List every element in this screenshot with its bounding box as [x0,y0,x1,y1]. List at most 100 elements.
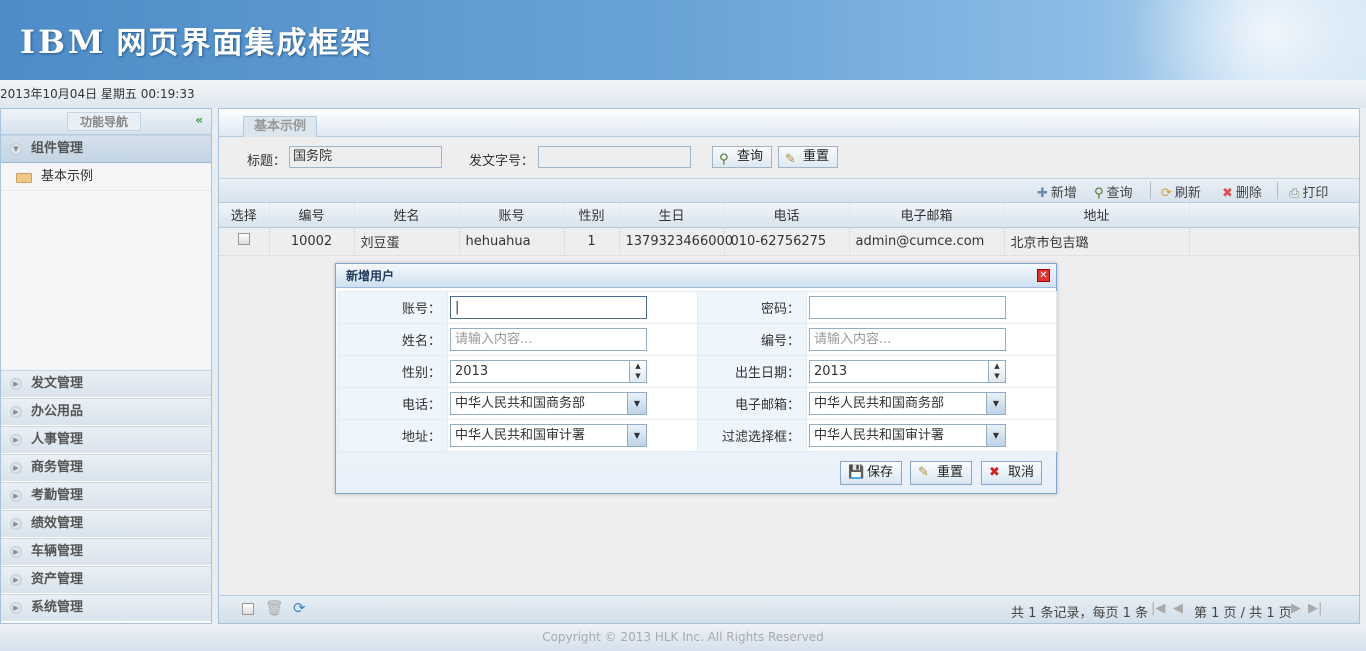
reset-button[interactable]: ✎ 重置 [778,146,838,168]
prev-page-icon[interactable]: ◀ [1173,601,1183,616]
filter-select[interactable]: 中华人民共和国审计署 ▼ [809,424,1006,447]
account-input[interactable]: | [450,296,647,319]
refresh-button[interactable]: ⟳ 刷新 [1161,182,1201,201]
app-logo: IBM 网页界面集成框架 [20,18,372,62]
page-indicator: 第 1 页 / 共 1 页 [1194,606,1292,621]
first-page-icon[interactable]: |◀ [1151,601,1165,616]
field-label: 姓名： [338,323,448,356]
sidebar-group[interactable]: ▶ 系统管理 [1,594,211,622]
column-header[interactable]: 生日 [619,203,725,228]
column-header[interactable]: 选择 [219,203,270,228]
gender-spinner[interactable]: 2013 ▲ ▼ [450,360,647,383]
column-header[interactable]: 性别 [564,203,620,228]
cancel-button[interactable]: ✖ 取消 [981,461,1042,485]
record-summary: 共 1 条记录，每页 1 条 [1011,606,1149,621]
save-button[interactable]: 💾 保存 [840,461,902,485]
divider [1150,182,1151,199]
chevron-down-icon[interactable]: ▼ [627,425,646,446]
add-user-dialog: 新增用户 ✕ 账号： | 密码： 姓名： 请输入内容... 编号： 请输入内容..… [335,263,1057,494]
column-header[interactable]: 电话 [724,203,850,228]
docno-input[interactable] [538,146,691,168]
sidebar-group[interactable]: ▶ 资产管理 [1,566,211,594]
chevron-down-icon[interactable]: ▼ [986,393,1005,414]
eraser-icon: ✎ [918,465,929,480]
next-page-icon[interactable]: ▶ [1291,601,1301,616]
column-header-empty [1189,203,1359,228]
button-label: 新增 [1050,186,1077,201]
button-label: 重置 [803,149,830,164]
address-select[interactable]: 中华人民共和国审计署 ▼ [450,424,647,447]
sidebar-group[interactable]: ▶ 发文管理 [1,370,211,398]
expand-icon: ▶ [10,518,22,530]
name-input[interactable]: 请输入内容... [450,328,647,351]
sidebar: 功能导航 « ▼ 组件管理 基本示例 ▶ 发文管理 ▶ 办公用品 ▶ 人事管理 ▶ 商务管… [0,108,212,624]
cell-address: 北京市包吉璐 [1004,227,1190,256]
ibm-logo: IBM [20,23,107,61]
number-input[interactable]: 请输入内容... [809,328,1006,351]
spinner-arrows-icon[interactable]: ▲ ▼ [629,361,646,382]
reload-icon[interactable]: ⟳ [293,599,306,617]
query-button[interactable]: ⚲ 查询 [712,146,772,168]
spinner-arrows-icon[interactable]: ▲ ▼ [988,361,1005,382]
search-bar: 标题： 国务院 发文字号： ⚲ 查询 ✎ 重置 [219,137,1359,179]
folder-icon [16,173,32,183]
column-header[interactable]: 电子邮箱 [849,203,1005,228]
select-all-checkbox[interactable] [242,603,254,615]
field-label: 密码： [697,291,807,324]
column-header[interactable]: 姓名 [354,203,460,228]
field-label: 编号： [697,323,807,356]
table-row[interactable]: 10002 刘豆蛋 hehuahua 1 1379323466000 010-6… [219,227,1359,256]
table-header: 选择 编号 姓名 账号 性别 生日 电话 电子邮箱 地址 [219,203,1359,228]
last-page-icon[interactable]: ▶| [1308,601,1322,616]
column-header[interactable]: 编号 [269,203,355,228]
email-select[interactable]: 中华人民共和国商务部 ▼ [809,392,1006,415]
cell-birthday: 1379323466000 [619,227,733,256]
toolbar-query-button[interactable]: ⚲ 查询 [1094,182,1133,201]
sidebar-group[interactable]: ▶ 考勤管理 [1,482,211,510]
phone-select[interactable]: 中华人民共和国商务部 ▼ [450,392,647,415]
sidebar-item-basic-example[interactable]: 基本示例 [1,163,211,191]
close-icon[interactable]: ✕ [1037,269,1050,282]
add-button[interactable]: ✚ 新增 [1037,182,1077,201]
sidebar-group-components[interactable]: ▼ 组件管理 [1,135,211,163]
expand-icon: ▶ [10,462,22,474]
dialog-reset-button[interactable]: ✎ 重置 [910,461,972,485]
delete-button[interactable]: ✖ 删除 [1222,182,1262,201]
group-label: 人事管理 [31,432,84,447]
cell-account: hehuahua [459,227,565,256]
button-label: 重置 [937,465,964,480]
field-label: 地址： [338,419,448,452]
field-label: 过滤选择框： [697,419,807,452]
sidebar-group[interactable]: ▶ 绩效管理 [1,510,211,538]
chevron-down-icon[interactable]: ▼ [986,425,1005,446]
trash-icon[interactable]: 🗑 [265,599,284,617]
print-button[interactable]: ⎙ 打印 [1289,182,1328,201]
item-label: 基本示例 [41,169,94,184]
close-icon: ✖ [989,465,1000,480]
sidebar-group[interactable]: ▶ 办公用品 [1,398,211,426]
eraser-icon: ✎ [785,152,796,167]
placeholder: 请输入内容... [455,332,533,347]
sidebar-group[interactable]: ▶ 商务管理 [1,454,211,482]
user-form: 账号： | 密码： 姓名： 请输入内容... 编号： 请输入内容... 性别： … [338,291,1057,452]
row-checkbox[interactable] [237,233,250,245]
collapse-icon[interactable]: « [195,113,203,127]
sidebar-group[interactable]: ▶ 车辆管理 [1,538,211,566]
birthdate-spinner[interactable]: 2013 ▲ ▼ [809,360,1006,383]
column-header[interactable]: 账号 [459,203,565,228]
group-label: 组件管理 [31,141,84,156]
column-header[interactable]: 地址 [1004,203,1190,228]
expand-icon: ▶ [10,546,22,558]
title-input[interactable]: 国务院 [289,146,442,168]
tab-basic-example[interactable]: 基本示例 [243,116,317,137]
globe-graphic [1046,0,1366,80]
floppy-icon: 💾 [848,465,865,480]
button-label: 删除 [1235,186,1262,201]
sidebar-title: 功能导航 [67,112,141,131]
expand-icon: ▶ [10,406,22,418]
dialog-title: 新增用户 [346,269,395,283]
cell-name: 刘豆蛋 [354,227,460,256]
password-input[interactable] [809,296,1006,319]
chevron-down-icon[interactable]: ▼ [627,393,646,414]
sidebar-group[interactable]: ▶ 人事管理 [1,426,211,454]
